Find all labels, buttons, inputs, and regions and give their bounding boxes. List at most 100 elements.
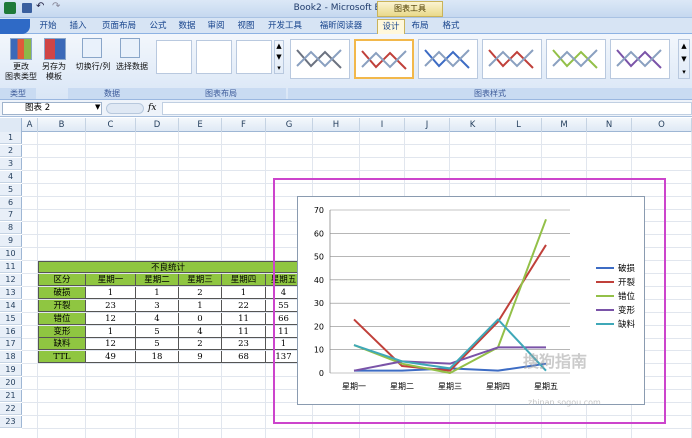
name-box[interactable]: 图表 2 [2, 102, 102, 115]
select-data-icon[interactable] [120, 38, 140, 58]
table-cell[interactable]: 1 [222, 286, 266, 299]
column-header-H[interactable]: H [313, 118, 360, 132]
table-cell[interactable]: 18 [136, 351, 179, 364]
table-cell[interactable]: 1 [179, 299, 222, 312]
column-header-E[interactable]: E [179, 118, 222, 132]
row-header-20[interactable]: 20 [0, 377, 22, 390]
table-cell[interactable]: 2 [179, 338, 222, 351]
row-header-19[interactable]: 19 [0, 364, 22, 377]
row-header-8[interactable]: 8 [0, 222, 22, 235]
table-cell[interactable]: 1 [86, 325, 136, 338]
table-row-label[interactable]: TTL [38, 351, 86, 364]
table-row-label[interactable]: 错位 [38, 312, 86, 325]
column-header-O[interactable]: O [632, 118, 692, 132]
table-cell[interactable]: 68 [222, 351, 266, 364]
chart-style-3[interactable] [418, 39, 478, 79]
table-row-label[interactable]: 破损 [38, 286, 86, 299]
chart-style-1[interactable] [290, 39, 350, 79]
column-header-D[interactable]: D [136, 118, 179, 132]
column-header-G[interactable]: G [266, 118, 313, 132]
table-cell[interactable]: 11 [222, 325, 266, 338]
tab-5[interactable]: 审阅 [203, 19, 229, 34]
table-cell[interactable]: 1 [136, 286, 179, 299]
row-header-14[interactable]: 14 [0, 299, 22, 312]
column-header-B[interactable]: B [38, 118, 86, 132]
table-cell[interactable]: 9 [179, 351, 222, 364]
row-header-11[interactable]: 11 [0, 261, 22, 273]
tab-11[interactable]: 格式 [438, 19, 464, 34]
table-cell[interactable]: 1 [86, 286, 136, 299]
tab-1[interactable]: 插入 [64, 19, 92, 34]
row-header-4[interactable]: 4 [0, 170, 22, 183]
row-header-6[interactable]: 6 [0, 196, 22, 209]
layout-scroll-arrows[interactable]: ▲ ▼ ▾ [274, 40, 284, 74]
table-header-cell[interactable]: 区分 [38, 273, 86, 286]
table-cell[interactable]: 3 [136, 299, 179, 312]
formula-input[interactable] [162, 102, 692, 115]
row-header-16[interactable]: 16 [0, 325, 22, 338]
tab-4[interactable]: 数据 [174, 19, 200, 34]
chart-layout-3[interactable] [236, 40, 272, 74]
table-cell[interactable]: 11 [222, 312, 266, 325]
office-button[interactable] [0, 19, 30, 34]
column-header-I[interactable]: I [360, 118, 405, 132]
switch-row-column-button[interactable]: 切换行/列 [72, 62, 114, 72]
column-header-A[interactable]: A [22, 118, 38, 132]
tab-0[interactable]: 开始 [34, 19, 62, 34]
table-row-label[interactable]: 变形 [38, 325, 86, 338]
series-line-开裂[interactable] [353, 244, 547, 372]
column-header-N[interactable]: N [587, 118, 632, 132]
chart-layout-1[interactable] [156, 40, 192, 74]
row-header-3[interactable]: 3 [0, 157, 22, 170]
chart-style-6[interactable] [610, 39, 670, 79]
row-header-7[interactable]: 7 [0, 209, 22, 222]
row-header-5[interactable]: 5 [0, 183, 22, 196]
row-header-15[interactable]: 15 [0, 312, 22, 325]
table-cell[interactable]: 0 [179, 312, 222, 325]
table-cell[interactable]: 12 [86, 312, 136, 325]
table-header-cell[interactable]: 星期三 [179, 273, 222, 286]
row-header-1[interactable]: 1 [0, 132, 22, 144]
column-header-J[interactable]: J [405, 118, 450, 132]
table-cell[interactable]: 2 [179, 286, 222, 299]
table-cell[interactable]: 5 [136, 338, 179, 351]
row-header-10[interactable]: 10 [0, 248, 22, 261]
table-cell[interactable]: 23 [86, 299, 136, 312]
table-cell[interactable]: 5 [136, 325, 179, 338]
chart-layout-2[interactable] [196, 40, 232, 74]
table-row-label[interactable]: 开裂 [38, 299, 86, 312]
table-title[interactable]: 不良统计 [38, 261, 298, 273]
column-header-K[interactable]: K [450, 118, 496, 132]
table-cell[interactable]: 4 [136, 312, 179, 325]
select-data-button[interactable]: 选择数据 [112, 62, 152, 72]
row-header-18[interactable]: 18 [0, 351, 22, 364]
column-header-M[interactable]: M [542, 118, 587, 132]
row-header-21[interactable]: 21 [0, 390, 22, 402]
table-cell[interactable]: 23 [222, 338, 266, 351]
tab-3[interactable]: 公式 [145, 19, 171, 34]
table-cell[interactable]: 49 [86, 351, 136, 364]
column-header-C[interactable]: C [86, 118, 136, 132]
row-header-2[interactable]: 2 [0, 144, 22, 157]
chart-style-2[interactable] [354, 39, 414, 79]
tab-8[interactable]: 福昕阅读器 [310, 19, 372, 34]
save-as-template-button[interactable]: 另存为 模板 [38, 62, 70, 82]
chart-style-4[interactable] [482, 39, 542, 79]
tab-9[interactable]: 设计 [377, 19, 405, 34]
table-cell[interactable]: 22 [222, 299, 266, 312]
line-chart[interactable]: 0 10 20 30 40 50 60 70 星期一 星期二 星期三 星期四 星期五 破损 开裂 错位 变形 缺料 [297, 196, 645, 405]
row-header-17[interactable]: 17 [0, 338, 22, 351]
row-header-13[interactable]: 13 [0, 286, 22, 299]
name-box-dropdown-icon[interactable]: ▼ [95, 103, 100, 111]
tab-7[interactable]: 开发工具 [263, 19, 307, 34]
row-header-22[interactable]: 22 [0, 402, 22, 415]
change-chart-type-button[interactable]: 更改 图表类型 [2, 62, 40, 82]
tab-6[interactable]: 视图 [232, 19, 260, 34]
column-header-F[interactable]: F [222, 118, 266, 132]
row-header-9[interactable]: 9 [0, 235, 22, 248]
row-header-12[interactable]: 12 [0, 273, 22, 286]
tab-10[interactable]: 布局 [406, 19, 434, 34]
change-chart-type-icon[interactable] [10, 38, 32, 60]
tab-2[interactable]: 页面布局 [95, 19, 143, 34]
table-header-cell[interactable]: 星期二 [136, 273, 179, 286]
